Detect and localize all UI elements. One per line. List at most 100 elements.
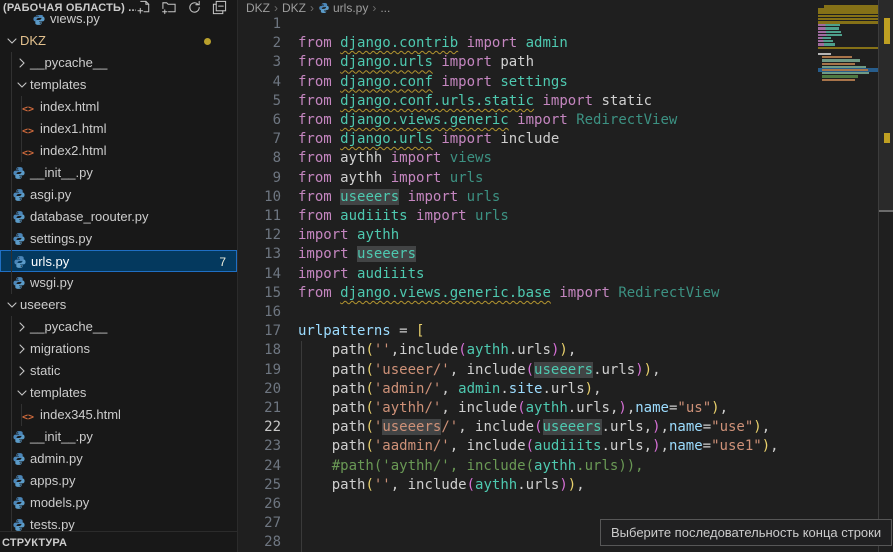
chevron-right-icon[interactable] — [14, 319, 30, 335]
line-number[interactable]: 16 — [238, 303, 281, 322]
refresh-icon[interactable] — [186, 0, 202, 16]
line-number[interactable]: 26 — [238, 495, 281, 514]
tree-item-templates[interactable]: templates — [0, 74, 237, 96]
code-line-1[interactable]: 1 — [238, 15, 893, 35]
tree-item-migrations[interactable]: migrations — [0, 338, 237, 360]
line-number[interactable]: 19 — [238, 361, 281, 380]
chevron-down-icon[interactable] — [4, 33, 20, 49]
tree-item-database-roouter-py[interactable]: database_roouter.py — [0, 206, 237, 228]
code-line-23[interactable]: 23 path('aadmin/', include(audiiits.urls… — [238, 437, 893, 457]
breadcrumb-item[interactable]: DKZ — [282, 1, 306, 15]
code-line-21[interactable]: 21 path('aythh/', include(aythh.urls,),n… — [238, 399, 893, 419]
tree-item-asgi-py[interactable]: asgi.py — [0, 184, 237, 206]
tree-item-index-html[interactable]: <>index.html — [0, 96, 237, 118]
code-line-4[interactable]: 4from django.conf import settings — [238, 73, 893, 93]
line-number[interactable]: 22 — [238, 418, 281, 437]
code-line-18[interactable]: 18 path('',include(aythh.urls)), — [238, 341, 893, 361]
line-number[interactable]: 20 — [238, 380, 281, 399]
line-number[interactable]: 8 — [238, 149, 281, 168]
code-line-14[interactable]: 14import audiiits — [238, 265, 893, 285]
tree-item-index345-html[interactable]: <>index345.html — [0, 404, 237, 426]
new-folder-icon[interactable] — [161, 0, 177, 16]
line-number[interactable]: 25 — [238, 476, 281, 495]
tree-item-templates[interactable]: templates — [0, 382, 237, 404]
code-line-6[interactable]: 6from django.views.generic import Redire… — [238, 111, 893, 131]
code-line-8[interactable]: 8from aythh import views — [238, 149, 893, 169]
chevron-right-icon[interactable] — [14, 55, 30, 71]
code-line-25[interactable]: 25 path('', include(aythh.urls)), — [238, 476, 893, 496]
code-line-12[interactable]: 12import aythh — [238, 226, 893, 246]
line-number[interactable]: 14 — [238, 265, 281, 284]
line-number[interactable]: 3 — [238, 53, 281, 72]
tree-item-wsgi-py[interactable]: wsgi.py — [0, 272, 237, 294]
line-number[interactable]: 15 — [238, 284, 281, 303]
code-line-2[interactable]: 2from django.contrib import admin — [238, 34, 893, 54]
code-line-9[interactable]: 9from aythh import urls — [238, 169, 893, 189]
tree-item-label: admin.py — [30, 448, 83, 470]
minimap-line — [818, 24, 840, 26]
line-number[interactable]: 9 — [238, 169, 281, 188]
line-number[interactable]: 4 — [238, 73, 281, 92]
code-line-20[interactable]: 20 path('admin/', admin.site.urls), — [238, 380, 893, 400]
code-line-16[interactable]: 16 — [238, 303, 893, 323]
line-number[interactable]: 2 — [238, 34, 281, 53]
tree-item--init-py[interactable]: __init__.py — [0, 426, 237, 448]
chevron-right-icon[interactable] — [14, 341, 30, 357]
tree-item-dkz[interactable]: DKZ — [0, 30, 237, 52]
line-number[interactable]: 10 — [238, 188, 281, 207]
code-line-3[interactable]: 3from django.urls import path — [238, 53, 893, 73]
code-text: path('useeer/', include(useeers.urls)), — [298, 361, 661, 380]
code-line-15[interactable]: 15from django.views.generic.base import … — [238, 284, 893, 304]
breadcrumb-item[interactable]: DKZ — [246, 1, 270, 15]
line-number[interactable]: 12 — [238, 226, 281, 245]
line-number[interactable]: 11 — [238, 207, 281, 226]
new-file-icon[interactable] — [136, 0, 152, 16]
line-number[interactable]: 5 — [238, 92, 281, 111]
tree-item-urls-py[interactable]: urls.py7 — [0, 250, 237, 272]
line-number[interactable]: 18 — [238, 341, 281, 360]
line-number[interactable]: 17 — [238, 322, 281, 341]
code-line-11[interactable]: 11from audiiits import urls — [238, 207, 893, 227]
chevron-down-icon[interactable] — [14, 385, 30, 401]
collapse-all-icon[interactable] — [211, 0, 227, 16]
tree-item-models-py[interactable]: models.py — [0, 492, 237, 514]
line-number[interactable]: 24 — [238, 457, 281, 476]
breadcrumb-item[interactable]: ... — [380, 1, 390, 15]
tree-item-settings-py[interactable]: settings.py — [0, 228, 237, 250]
tree-item-useeers[interactable]: useeers — [0, 294, 237, 316]
tree-item-static[interactable]: static — [0, 360, 237, 382]
line-number[interactable]: 7 — [238, 130, 281, 149]
tree-item-index2-html[interactable]: <>index2.html — [0, 140, 237, 162]
line-number[interactable]: 27 — [238, 514, 281, 533]
tree-item--pycache-[interactable]: __pycache__ — [0, 316, 237, 338]
chevron-down-icon[interactable] — [14, 77, 30, 93]
editor-pane[interactable]: DKZ›DKZ›urls.py›... 12from django.contri… — [238, 0, 893, 552]
line-number[interactable]: 13 — [238, 245, 281, 264]
code-line-24[interactable]: 24 #path('aythh/', include(aythh.urls)), — [238, 457, 893, 477]
line-number[interactable]: 1 — [238, 15, 281, 34]
chevron-down-icon[interactable] — [4, 297, 20, 313]
tree-item--pycache-[interactable]: __pycache__ — [0, 52, 237, 74]
outline-section-header[interactable]: СТРУКТУРА — [0, 531, 237, 552]
code-line-17[interactable]: 17 urlpatterns = [ — [238, 322, 893, 342]
tree-item--init-py[interactable]: __init__.py — [0, 162, 237, 184]
code-line-22[interactable]: 22 path('useeers/', include(useeers.urls… — [238, 418, 893, 438]
breadcrumb-item[interactable]: urls.py — [318, 1, 368, 15]
tree-item-apps-py[interactable]: apps.py — [0, 470, 237, 492]
code-line-10[interactable]: 10from useeers import urls — [238, 188, 893, 208]
code-line-13[interactable]: 13import useeers — [238, 245, 893, 265]
code-line-26[interactable]: 26 — [238, 495, 893, 515]
code-line-7[interactable]: 7from django.urls import include — [238, 130, 893, 150]
code-line-5[interactable]: 5from django.conf.urls.static import sta… — [238, 92, 893, 112]
line-number[interactable]: 6 — [238, 111, 281, 130]
code-line-19[interactable]: 19 path('useeer/', include(useeers.urls)… — [238, 361, 893, 381]
tree-item-index1-html[interactable]: <>index1.html — [0, 118, 237, 140]
tree-item-admin-py[interactable]: admin.py — [0, 448, 237, 470]
chevron-right-icon[interactable] — [14, 363, 30, 379]
line-number[interactable]: 28 — [238, 533, 281, 552]
line-number[interactable]: 23 — [238, 437, 281, 456]
vertical-scrollbar[interactable] — [879, 0, 893, 552]
code-text: urlpatterns = [ — [298, 322, 424, 341]
minimap[interactable] — [818, 2, 878, 102]
line-number[interactable]: 21 — [238, 399, 281, 418]
